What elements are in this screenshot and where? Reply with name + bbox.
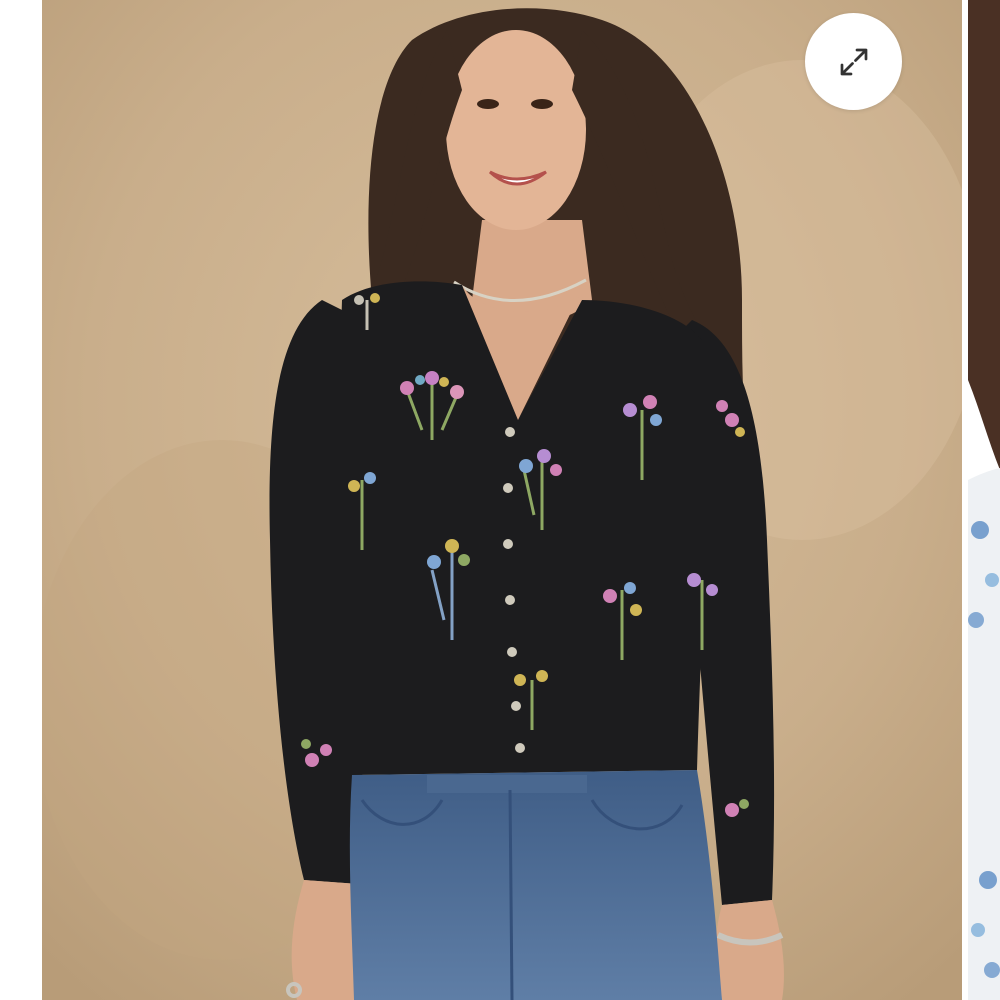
main-product-image[interactable] [42,0,962,1000]
next-photo-illustration [968,0,1000,1000]
product-image-gallery [0,0,1000,1000]
gallery-left-margin [0,0,42,1000]
next-product-image-preview[interactable] [968,0,1000,1000]
model-photo-illustration [42,0,962,1000]
expand-image-button[interactable] [805,13,902,110]
expand-icon [840,48,867,75]
